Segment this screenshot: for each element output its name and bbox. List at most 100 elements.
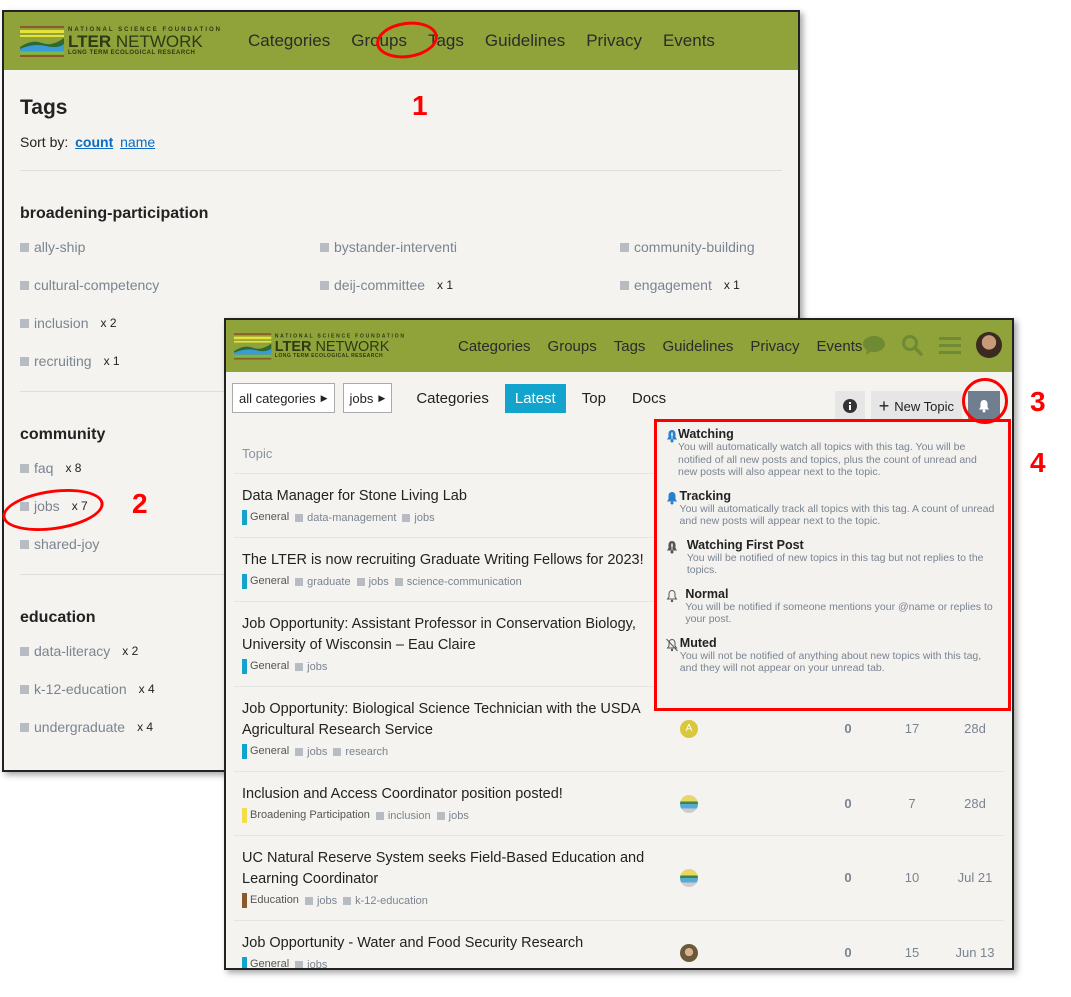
activity-date[interactable]: Jul 21: [950, 870, 1000, 885]
lter-logo[interactable]: NATIONAL SCIENCE FOUNDATION LTER NETWORK…: [234, 332, 406, 360]
tag-square-icon: [20, 539, 29, 549]
nav-events[interactable]: Events: [817, 338, 863, 355]
tag-name: data-literacy: [34, 643, 111, 659]
search-icon[interactable]: [900, 333, 924, 357]
topic-tag[interactable]: graduate: [295, 575, 351, 588]
poster-avatar[interactable]: [680, 869, 698, 887]
tag-name: deij-committee: [334, 277, 426, 293]
topic-title-link[interactable]: Job Opportunity: Assistant Professor in …: [242, 614, 662, 656]
category-dropdown-label: all categories: [239, 390, 316, 406]
activity-date[interactable]: 28d: [950, 721, 1000, 736]
annotation-box: [654, 419, 1011, 711]
tab-categories[interactable]: Categories: [406, 384, 499, 413]
category-dropdown[interactable]: all categories ▶: [232, 383, 335, 413]
nav-events[interactable]: Events: [663, 31, 715, 51]
category-badge[interactable]: General: [242, 510, 289, 525]
new-topic-label: New Topic: [894, 398, 954, 414]
topic-tag-label: jobs: [316, 894, 338, 907]
topic-tag[interactable]: jobs: [356, 576, 389, 588]
category-badge[interactable]: Broadening Participation: [242, 808, 370, 823]
nav-tags[interactable]: Tags: [614, 338, 646, 355]
tag-square-icon: [343, 896, 352, 905]
list-controls: all categories ▶ jobs ▶ Categories Latest To…: [226, 372, 1012, 424]
topic-title-link[interactable]: Job Opportunity - Water and Food Securit…: [242, 933, 662, 954]
category-badge[interactable]: General: [242, 574, 289, 589]
main-nav: Categories Groups Tags Guidelines Privacy Eve…: [458, 338, 862, 355]
topic-tag-label: graduate: [307, 575, 351, 588]
tag-link[interactable]: cultural-competency: [20, 275, 320, 295]
tag-link[interactable]: engagement x 1: [620, 275, 790, 295]
nav-privacy[interactable]: Privacy: [750, 338, 799, 355]
tag-count: x 8: [65, 461, 82, 475]
topic-tag[interactable]: jobs: [436, 810, 469, 822]
lter-logo[interactable]: NATIONAL SCIENCE FOUNDATION LTER NETWORK…: [20, 25, 222, 57]
tag-link[interactable]: ally-ship: [20, 237, 320, 257]
caret-right-icon: ▶: [320, 392, 328, 403]
logo-subtitle: LONG TERM ECOLOGICAL RESEARCH: [68, 49, 196, 56]
logo-name-bold: LTER: [68, 31, 112, 51]
tag-link[interactable]: community-building: [620, 237, 790, 257]
tag-dropdown[interactable]: jobs ▶: [342, 383, 393, 413]
main-nav: Categories Groups Tags Guidelines Privacy Eve…: [248, 31, 715, 51]
tag-link[interactable]: deij-committee x 1: [320, 275, 620, 295]
sort-by-name-link[interactable]: name: [120, 134, 155, 150]
category-badge[interactable]: General: [242, 659, 289, 674]
nav-groups[interactable]: Groups: [548, 338, 597, 355]
tab-top[interactable]: Top: [572, 384, 616, 413]
new-topic-button[interactable]: + New Topic: [870, 391, 962, 421]
topic-tag[interactable]: k-12-education: [343, 895, 428, 907]
nav-guidelines[interactable]: Guidelines: [662, 338, 733, 355]
views-count: 17: [904, 721, 920, 736]
tag-square-icon: [20, 280, 29, 290]
poster-avatar[interactable]: [680, 943, 698, 962]
topic-title-link[interactable]: UC Natural Reserve System seeks Field-Ba…: [242, 848, 662, 890]
topic-tag[interactable]: science-communication: [394, 576, 522, 588]
tag-count: x 2: [122, 644, 139, 658]
tag-name: recruiting: [34, 353, 92, 369]
views-count: 10: [904, 870, 920, 885]
nav-guidelines[interactable]: Guidelines: [485, 31, 565, 51]
category-badge[interactable]: General: [242, 957, 289, 968]
tag-count: x 4: [138, 682, 155, 696]
tag-square-icon: [402, 513, 411, 522]
topic-tag[interactable]: jobs: [304, 894, 338, 907]
tag-link[interactable]: bystander-interventi: [320, 237, 620, 257]
topic-tag[interactable]: jobs: [295, 746, 327, 758]
category-badge[interactable]: General: [242, 744, 289, 759]
category-badge[interactable]: Education: [242, 893, 299, 908]
topic-tag[interactable]: jobs: [402, 511, 435, 524]
tag-square-icon: [295, 513, 304, 522]
tag-name: shared-joy: [34, 536, 100, 552]
topic-title-link[interactable]: The LTER is now recruiting Graduate Writ…: [242, 550, 662, 571]
topic-tag[interactable]: inclusion: [375, 810, 431, 822]
user-avatar[interactable]: [976, 332, 1002, 358]
nav-privacy[interactable]: Privacy: [586, 31, 642, 51]
topic-title-link[interactable]: Inclusion and Access Coordinator positio…: [242, 784, 662, 805]
poster-avatar[interactable]: [680, 794, 698, 813]
topic-tag[interactable]: data-management: [295, 512, 396, 524]
nav-categories[interactable]: Categories: [458, 338, 531, 355]
tag-square-icon: [20, 356, 29, 366]
tab-docs[interactable]: Docs: [622, 384, 676, 413]
tag-info-button[interactable]: [834, 391, 865, 421]
activity-date[interactable]: Jun 13: [950, 945, 1000, 960]
poster-avatar[interactable]: A: [680, 720, 698, 738]
hamburger-menu-icon[interactable]: [938, 333, 962, 357]
sort-by-count-link[interactable]: count: [75, 134, 113, 150]
topic-title-link[interactable]: Data Manager for Stone Living Lab: [242, 486, 662, 507]
chat-icon[interactable]: [862, 333, 886, 357]
tag-square-icon: [20, 646, 29, 656]
topic-tag[interactable]: research: [333, 746, 388, 758]
tab-latest[interactable]: Latest: [504, 383, 566, 413]
topic-tag-label: jobs: [414, 511, 435, 524]
nav-categories[interactable]: Categories: [248, 31, 330, 51]
topic-row: UC Natural Reserve System seeks Field-Ba…: [234, 835, 1004, 920]
topic-tag[interactable]: jobs: [295, 661, 327, 673]
activity-date[interactable]: 28d: [950, 796, 1000, 811]
topic-row: Inclusion and Access Coordinator positio…: [234, 771, 1004, 835]
logo-name-bold: LTER: [274, 337, 312, 355]
topic-tag[interactable]: jobs: [295, 959, 327, 968]
topic-title-link[interactable]: Job Opportunity: Biological Science Tech…: [242, 699, 662, 741]
topic-row: Job Opportunity - Water and Food Securit…: [234, 920, 1004, 968]
tag-square-icon: [320, 280, 329, 290]
